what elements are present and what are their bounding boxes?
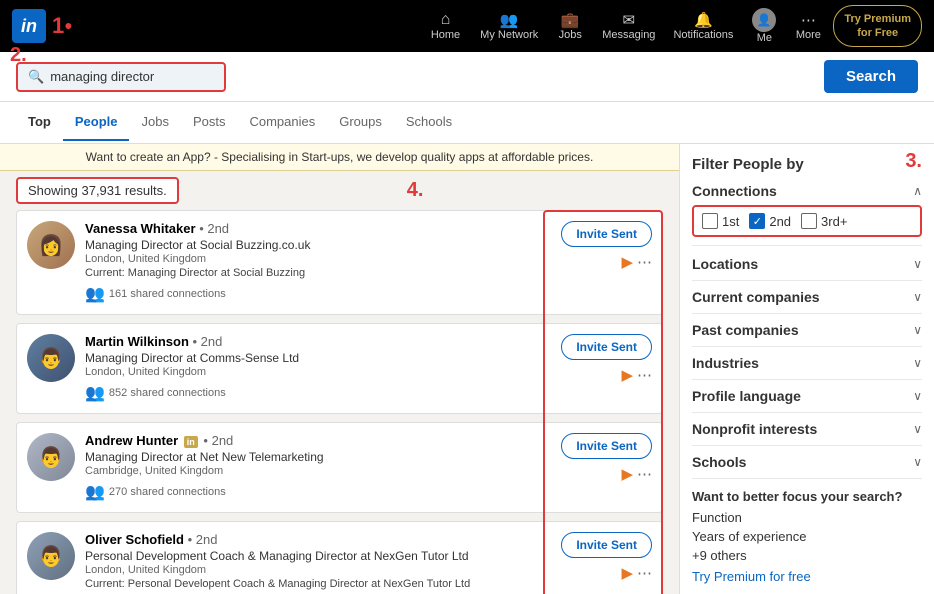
main-area: Want to create an App? - Specialising in…: [0, 144, 934, 594]
avatar-3[interactable]: 👨: [27, 433, 75, 481]
checkbox-2nd[interactable]: ✓: [749, 213, 765, 229]
nav-me[interactable]: 👤 Me: [745, 4, 783, 48]
person-card-4: 👨 Oliver Schofield • 2nd Personal Develo…: [16, 521, 663, 594]
try-premium-link[interactable]: Try Premium for free: [692, 569, 922, 584]
chevron-up-icon: ∧: [913, 184, 922, 198]
action-area-2: Invite Sent ▶ ⋯: [561, 334, 652, 384]
tab-posts[interactable]: Posts: [181, 104, 238, 141]
filter-schools: Schools ∨: [692, 446, 922, 479]
left-panel: Want to create an App? - Specialising in…: [0, 144, 679, 594]
annotation-2: 2.: [10, 44, 27, 67]
search-query-display: managing director: [50, 69, 154, 84]
invite-sent-1[interactable]: Invite Sent: [561, 221, 652, 247]
person-card-2: 👨 Martin Wilkinson • 2nd Managing Direct…: [16, 323, 663, 414]
action-area-4: Invite Sent ▶ ⋯: [561, 532, 652, 582]
nav-network[interactable]: 👥 My Network: [474, 7, 544, 45]
person-info-2: Martin Wilkinson • 2nd Managing Director…: [85, 334, 551, 403]
focus-item-years: Years of experience: [692, 527, 922, 546]
focus-item-more: +9 others: [692, 546, 922, 565]
tab-people[interactable]: People: [63, 104, 130, 141]
more-icon-4[interactable]: ⋯: [637, 564, 652, 582]
filter-current-companies: Current companies ∨: [692, 281, 922, 314]
promote-icon-3[interactable]: ▶: [621, 465, 633, 483]
chevron-down-industries: ∨: [913, 356, 922, 370]
checkbox-1st[interactable]: [702, 213, 718, 229]
annotation-4: 4.: [407, 179, 424, 202]
tab-groups[interactable]: Groups: [327, 104, 394, 141]
focus-item-function: Function: [692, 508, 922, 527]
filter-schools-header[interactable]: Schools ∨: [692, 454, 922, 470]
try-premium-button[interactable]: Try Premiumfor Free: [833, 5, 922, 48]
avatar-4[interactable]: 👨: [27, 532, 75, 580]
tab-schools[interactable]: Schools: [394, 104, 464, 141]
nav-notifications[interactable]: 🔔 Notifications: [667, 7, 739, 45]
nav-jobs[interactable]: 💼 Jobs: [550, 7, 590, 45]
tab-top[interactable]: Top: [16, 104, 63, 141]
annotation-3: 3.: [905, 150, 922, 173]
conn-option-1st[interactable]: 1st: [702, 213, 739, 229]
filter-nonprofit-header[interactable]: Nonprofit interests ∨: [692, 421, 922, 437]
filter-connections-header[interactable]: Connections ∧: [692, 183, 922, 199]
people-list: 👩 Vanessa Whitaker • 2nd Managing Direct…: [0, 210, 679, 594]
chevron-down-nonprofit: ∨: [913, 422, 922, 436]
filter-past-companies-header[interactable]: Past companies ∨: [692, 322, 922, 338]
person-info-1: Vanessa Whitaker • 2nd Managing Director…: [85, 221, 551, 304]
avatar-1[interactable]: 👩: [27, 221, 75, 269]
filter-industries: Industries ∨: [692, 347, 922, 380]
chevron-down-schools: ∨: [913, 455, 922, 469]
person-info-4: Oliver Schofield • 2nd Personal Developm…: [85, 532, 551, 594]
filter-locations-header[interactable]: Locations ∨: [692, 256, 922, 272]
focus-title: Want to better focus your search?: [692, 489, 922, 504]
person-card-1: 👩 Vanessa Whitaker • 2nd Managing Direct…: [16, 210, 663, 315]
action-area-1: Invite Sent ▶ ⋯: [561, 221, 652, 271]
filter-current-companies-header[interactable]: Current companies ∨: [692, 289, 922, 305]
more-icon-3[interactable]: ⋯: [637, 465, 652, 483]
tabs-bar: Top People Jobs Posts Companies Groups S…: [0, 102, 934, 144]
chevron-down-language: ∨: [913, 389, 922, 403]
filter-past-companies: Past companies ∨: [692, 314, 922, 347]
invite-sent-3[interactable]: Invite Sent: [561, 433, 652, 459]
filter-locations: Locations ∨: [692, 248, 922, 281]
invite-sent-4[interactable]: Invite Sent: [561, 532, 652, 558]
top-nav: in 1 ● ⌂ Home 👥 My Network 💼 Jobs ✉ Mess…: [0, 0, 934, 52]
nav-messaging[interactable]: ✉ Messaging: [596, 7, 661, 45]
filter-sidebar: 3. Filter People by Connections ∧ 1st ✓ …: [679, 144, 934, 594]
person-info-3: Andrew Hunter in • 2nd Managing Director…: [85, 433, 551, 502]
linkedin-logo[interactable]: in: [12, 9, 46, 43]
chevron-down-current: ∨: [913, 290, 922, 304]
tab-jobs[interactable]: Jobs: [129, 104, 180, 141]
search-bar: 2. 🔍 managing director Search: [0, 52, 934, 102]
checkbox-3rd[interactable]: [801, 213, 817, 229]
chevron-down-locations: ∨: [913, 257, 922, 271]
promote-icon-1[interactable]: ▶: [621, 253, 633, 271]
conn-option-3rd[interactable]: 3rd+: [801, 213, 847, 229]
filter-connections: Connections ∧ 1st ✓ 2nd 3rd+: [692, 183, 922, 246]
search-input-wrapper[interactable]: 🔍 managing director: [16, 62, 226, 92]
action-area-3: Invite Sent ▶ ⋯: [561, 433, 652, 483]
focus-section: Want to better focus your search? Functi…: [692, 479, 922, 584]
filter-industries-header[interactable]: Industries ∨: [692, 355, 922, 371]
person-card-3: 👨 Andrew Hunter in • 2nd Managing Direct…: [16, 422, 663, 513]
more-icon-2[interactable]: ⋯: [637, 366, 652, 384]
chevron-down-past: ∨: [913, 323, 922, 337]
nav-annotation-1: 1 ●: [52, 15, 73, 37]
search-icon: 🔍: [28, 69, 44, 85]
nav-home[interactable]: ⌂ Home: [423, 7, 468, 45]
invite-sent-2[interactable]: Invite Sent: [561, 334, 652, 360]
promo-banner[interactable]: Want to create an App? - Specialising in…: [0, 144, 679, 171]
promote-icon-4[interactable]: ▶: [621, 564, 633, 582]
nav-more[interactable]: ⋯ More: [789, 7, 827, 45]
more-icon-1[interactable]: ⋯: [637, 253, 652, 271]
promote-icon-2[interactable]: ▶: [621, 366, 633, 384]
filter-profile-language: Profile language ∨: [692, 380, 922, 413]
filter-nonprofit: Nonprofit interests ∨: [692, 413, 922, 446]
conn-option-2nd[interactable]: ✓ 2nd: [749, 213, 791, 229]
avatar-2[interactable]: 👨: [27, 334, 75, 382]
filter-profile-language-header[interactable]: Profile language ∨: [692, 388, 922, 404]
results-count: Showing 37,931 results.: [16, 177, 179, 204]
search-button[interactable]: Search: [824, 60, 918, 93]
filter-title: Filter People by: [692, 156, 804, 173]
tab-companies[interactable]: Companies: [237, 104, 327, 141]
